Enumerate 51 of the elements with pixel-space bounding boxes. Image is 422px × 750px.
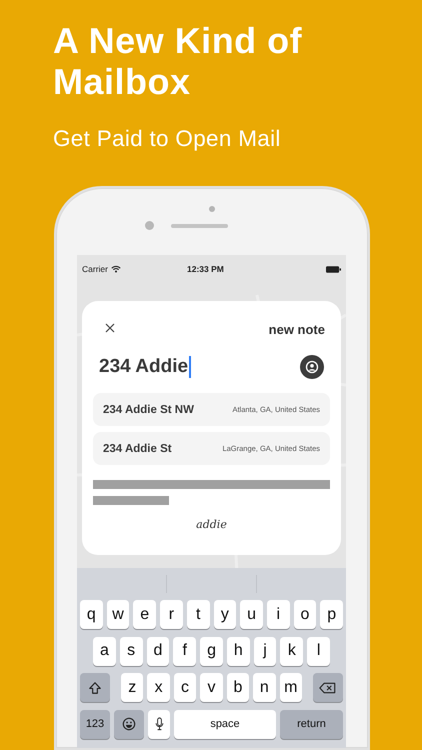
letter-key[interactable]: r xyxy=(160,600,183,629)
delete-icon xyxy=(319,682,336,694)
carrier-label: Carrier xyxy=(82,264,108,274)
profile-icon[interactable] xyxy=(300,355,324,379)
letter-key[interactable]: a xyxy=(93,636,116,666)
wifi-icon xyxy=(110,265,121,273)
letter-key[interactable]: f xyxy=(173,636,196,666)
letter-key[interactable]: y xyxy=(214,600,236,629)
sensor-icon xyxy=(209,206,215,212)
shift-key[interactable] xyxy=(80,673,110,702)
letter-key[interactable]: m xyxy=(280,673,302,702)
letter-key[interactable]: j xyxy=(254,636,276,666)
card-title: new note xyxy=(268,322,325,336)
letter-key[interactable]: i xyxy=(266,600,290,629)
letter-key[interactable]: k xyxy=(280,636,304,666)
letter-key[interactable]: c xyxy=(174,673,196,702)
letter-key[interactable]: h xyxy=(226,636,250,666)
letter-key[interactable]: g xyxy=(200,636,223,666)
microphone-icon xyxy=(154,717,164,731)
letter-key[interactable]: b xyxy=(226,673,250,702)
close-icon[interactable] xyxy=(105,322,115,332)
letter-key[interactable]: q xyxy=(80,600,103,629)
speaker-icon xyxy=(170,224,228,228)
headline: A New Kind of Mailbox xyxy=(53,20,304,102)
letter-key[interactable]: x xyxy=(147,673,170,702)
delete-key[interactable] xyxy=(312,673,343,702)
emoji-icon xyxy=(122,717,136,731)
letter-key[interactable]: u xyxy=(240,600,263,629)
letter-key[interactable]: n xyxy=(253,673,276,702)
letter-key[interactable]: o xyxy=(294,600,316,629)
letter-key[interactable]: w xyxy=(106,600,130,629)
letter-key[interactable]: d xyxy=(146,636,170,666)
shift-icon xyxy=(88,680,102,694)
return-key[interactable]: return xyxy=(280,710,343,738)
address-field[interactable]: 234 Addie xyxy=(99,356,192,378)
letter-key[interactable]: s xyxy=(120,636,143,666)
battery-icon xyxy=(326,266,341,272)
letter-key[interactable]: v xyxy=(200,673,223,702)
letter-key[interactable]: l xyxy=(307,636,330,666)
emoji-key[interactable] xyxy=(114,710,144,738)
space-bar[interactable]: space xyxy=(174,710,276,738)
status-time: 12:33 PM xyxy=(186,264,224,274)
microphone-key[interactable] xyxy=(148,710,170,738)
tagline: Get Paid to Open Mail xyxy=(53,126,282,152)
camera-icon xyxy=(144,221,154,230)
letter-key[interactable]: e xyxy=(133,600,156,629)
letter-key[interactable]: p xyxy=(320,600,344,629)
letter-key[interactable]: z xyxy=(121,673,144,702)
brand-logo: addie xyxy=(195,518,228,531)
numbers-key[interactable]: 123 xyxy=(80,710,110,738)
letter-key[interactable]: t xyxy=(186,600,210,629)
